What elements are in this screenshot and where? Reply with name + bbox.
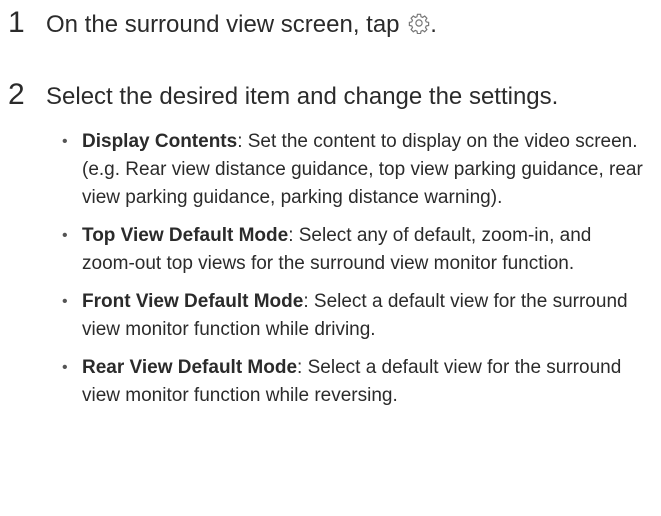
settings-list: Display Contents: Set the content to dis…: [62, 128, 647, 420]
list-item-front-view-default-mode: Front View Default Mode: Select a defaul…: [62, 288, 647, 344]
gear-icon: [408, 13, 430, 34]
list-item-rear-view-default-mode: Rear View Default Mode: Select a default…: [62, 354, 647, 410]
step-2-text: Select the desired item and change the s…: [46, 83, 559, 110]
list-item-top-view-default-mode: Top View Default Mode: Select any of def…: [62, 222, 647, 278]
step-1-text: On the surround view screen, tap: [46, 11, 400, 38]
item-description: : Set the content to display on the vide…: [237, 131, 638, 152]
item-term: Top View Default Mode: [82, 225, 289, 246]
item-term: Display Contents: [82, 131, 238, 152]
item-term: Rear View Default Mode: [82, 357, 298, 378]
item-example: (e.g. Rear view distance guidance, top v…: [82, 159, 643, 208]
step-number: 1: [8, 6, 25, 39]
step-number: 2: [8, 78, 25, 111]
step-2: 2 Select the desired item and change the…: [8, 78, 558, 112]
step-1-suffix: .: [430, 11, 437, 38]
step-1: 1 On the surround view screen, tap .: [8, 6, 437, 40]
item-term: Front View Default Mode: [82, 291, 304, 312]
step-text: On the surround view screen, tap .: [46, 11, 437, 39]
list-item-display-contents: Display Contents: Set the content to dis…: [62, 128, 647, 212]
